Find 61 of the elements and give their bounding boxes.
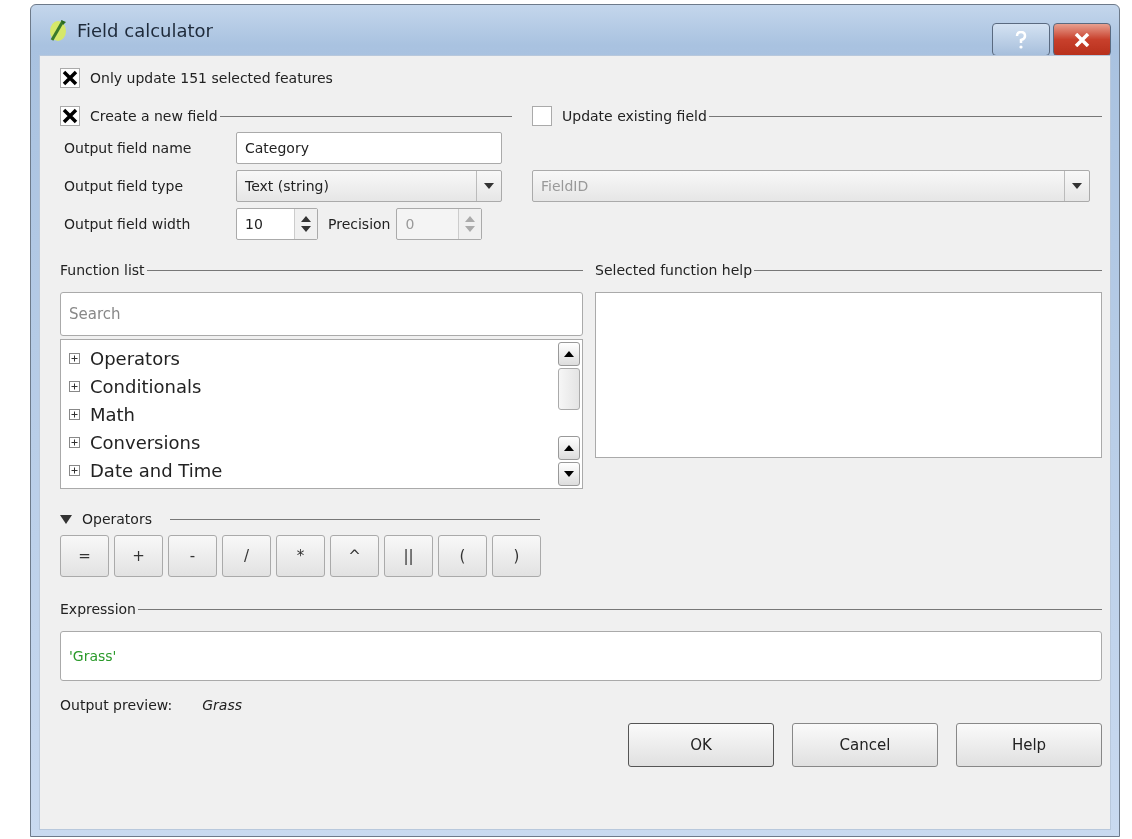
width-spinbox[interactable]: 10 <box>236 208 318 240</box>
operator-button[interactable]: ) <box>492 535 541 577</box>
operator-button[interactable]: + <box>114 535 163 577</box>
group-title: Expression <box>60 601 136 617</box>
operator-button[interactable]: || <box>384 535 433 577</box>
close-button[interactable] <box>1053 23 1111 56</box>
tree-item[interactable]: Operators <box>90 347 180 369</box>
scroll-up-button[interactable] <box>558 342 580 366</box>
group-title: Selected function help <box>595 262 753 278</box>
app-logo-icon <box>47 18 69 42</box>
scroll-up-button[interactable] <box>558 436 580 460</box>
checkbox-label: Only update 151 selected features <box>90 70 333 86</box>
operator-button[interactable]: = <box>60 535 109 577</box>
group-title: Operators <box>82 511 152 527</box>
collapse-triangle-icon[interactable] <box>60 514 72 524</box>
group-title: Function list <box>60 262 145 278</box>
preview-value: Grass <box>202 697 242 713</box>
help-button[interactable] <box>992 23 1050 56</box>
operator-button[interactable]: ( <box>438 535 487 577</box>
checkbox[interactable] <box>60 68 80 88</box>
spin-arrows-icon <box>465 215 476 233</box>
expand-icon[interactable] <box>69 464 80 476</box>
field-label: Output field type <box>64 178 184 194</box>
help-icon <box>1015 30 1027 49</box>
search-field[interactable]: Search <box>60 292 583 336</box>
tree-item[interactable]: Conversions <box>90 431 201 453</box>
scroll-down-button[interactable] <box>558 462 580 486</box>
up-arrow-icon <box>564 351 574 357</box>
dialog-button[interactable]: Cancel <box>792 723 938 767</box>
caret-icon <box>484 183 494 189</box>
group-title: Update existing field <box>562 108 707 124</box>
operator-button[interactable]: * <box>276 535 325 577</box>
input-field[interactable]: Category <box>236 132 502 164</box>
expression-field[interactable]: 'Grass' <box>60 631 1102 681</box>
checkbox[interactable] <box>532 106 552 126</box>
field-label: Output field name <box>64 140 193 156</box>
expand-icon[interactable] <box>69 352 80 364</box>
up-arrow-icon <box>564 445 574 451</box>
expand-icon[interactable] <box>69 436 80 448</box>
tree-item[interactable]: Conditionals <box>90 375 202 397</box>
expand-icon[interactable] <box>69 408 80 420</box>
tree-item[interactable]: Math <box>90 403 136 425</box>
field-label: Output field width <box>64 216 192 232</box>
operator-button[interactable]: / <box>222 535 271 577</box>
window-title: Field calculator <box>77 19 213 41</box>
preview-label: Output preview: <box>60 697 173 713</box>
dialog-button[interactable]: OK <box>628 723 774 767</box>
type-dropdown[interactable]: Text (string) <box>236 170 502 202</box>
operator-button[interactable]: ^ <box>330 535 379 577</box>
tree-item[interactable]: Date and Time <box>90 459 223 481</box>
dialog-button[interactable]: Help <box>956 723 1102 767</box>
close-icon <box>1074 32 1090 47</box>
operator-button[interactable]: - <box>168 535 217 577</box>
scrollbar-thumb[interactable] <box>558 368 580 410</box>
group-title: Create a new field <box>90 108 218 124</box>
checkbox[interactable] <box>60 106 80 126</box>
caret-icon <box>1072 183 1082 189</box>
spin-arrows-icon <box>301 215 311 233</box>
down-arrow-icon <box>564 471 574 477</box>
field-label: Precision <box>328 216 391 232</box>
expand-icon[interactable] <box>69 380 80 392</box>
